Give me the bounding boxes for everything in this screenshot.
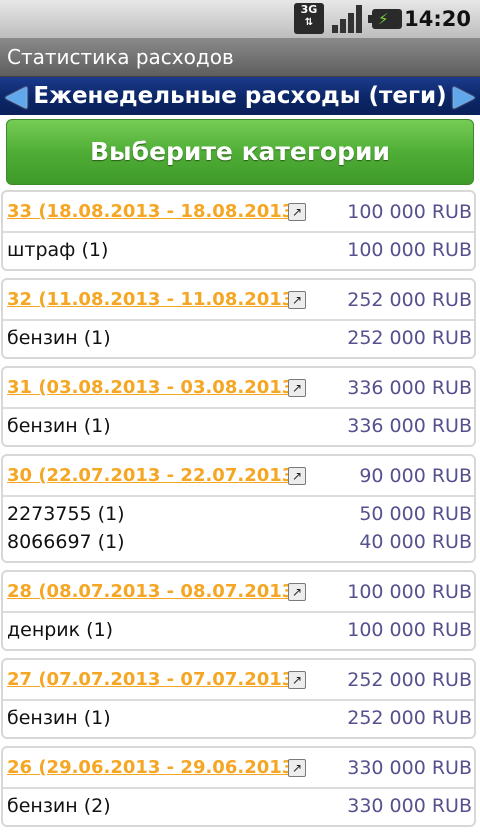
- tag-amount: 252 000 RUB: [347, 327, 472, 349]
- week-total: 252 000 RUB: [347, 289, 472, 311]
- week-card: 27 (07.07.2013 - 07.07.2013) ↗ 252 000 RUB…: [1, 658, 476, 739]
- week-card-header: 26 (29.06.2013 - 29.06.2013) ↗ 330 000 RUB: [3, 748, 474, 789]
- week-tag-list: бензин (1) 252 000 RUB: [3, 321, 474, 357]
- tag-label: денрик (1): [7, 619, 114, 641]
- week-card: 31 (03.08.2013 - 03.08.2013) ↗ 336 000 RUB…: [1, 366, 476, 447]
- week-link[interactable]: 32 (11.08.2013 - 11.08.2013): [7, 280, 303, 320]
- tag-amount: 50 000 RUB: [359, 503, 472, 525]
- tag-row: бензин (1) 252 000 RUB: [3, 324, 474, 352]
- week-card-header: 27 (07.07.2013 - 07.07.2013) ↗ 252 000 RUB: [3, 660, 474, 701]
- week-total: 100 000 RUB: [347, 581, 472, 603]
- battery-charging-icon: ⚡: [368, 9, 402, 29]
- open-week-icon[interactable]: ↗: [288, 671, 306, 689]
- week-total: 336 000 RUB: [347, 377, 472, 399]
- status-bar: 3G ⇅ ⚡ 14:20: [0, 0, 480, 39]
- period-nav-bar: ◀ Еженедельные расходы (теги) ▶: [0, 77, 480, 115]
- week-tag-list: 2273755 (1) 50 000 RUB 8066697 (1) 40 000 R…: [3, 497, 474, 561]
- tag-label: бензин (1): [7, 707, 111, 729]
- open-week-icon[interactable]: ↗: [288, 583, 306, 601]
- status-time: 14:20: [404, 7, 471, 31]
- week-card: 28 (08.07.2013 - 08.07.2013) ↗ 100 000 RUB…: [1, 570, 476, 651]
- network-type-label: 3G: [300, 3, 318, 16]
- tag-amount: 252 000 RUB: [347, 707, 472, 729]
- period-title: Еженедельные расходы (теги): [33, 83, 447, 109]
- week-card-header: 31 (03.08.2013 - 03.08.2013) ↗ 336 000 RUB: [3, 368, 474, 409]
- week-card: 26 (29.06.2013 - 29.06.2013) ↗ 330 000 RUB…: [1, 746, 476, 827]
- tag-label: бензин (1): [7, 415, 111, 437]
- tag-row: 2273755 (1) 50 000 RUB: [3, 500, 474, 528]
- week-total: 90 000 RUB: [359, 465, 472, 487]
- week-tag-list: бензин (1) 336 000 RUB: [3, 409, 474, 445]
- arrow-right-icon[interactable]: ▶: [448, 82, 480, 110]
- tag-amount: 40 000 RUB: [359, 531, 472, 553]
- tag-row: штраф (1) 100 000 RUB: [3, 236, 474, 264]
- tag-amount: 336 000 RUB: [347, 415, 472, 437]
- week-link[interactable]: 28 (08.07.2013 - 08.07.2013): [7, 572, 303, 612]
- tag-label: бензин (2): [7, 795, 111, 817]
- week-total: 330 000 RUB: [347, 757, 472, 779]
- open-week-icon[interactable]: ↗: [288, 467, 306, 485]
- signal-strength-icon: [332, 5, 364, 33]
- week-link[interactable]: 30 (22.07.2013 - 22.07.2013): [7, 456, 303, 496]
- tag-amount: 100 000 RUB: [347, 619, 472, 641]
- week-card: 30 (22.07.2013 - 22.07.2013) ↗ 90 000 RUB 2…: [1, 454, 476, 563]
- week-card-header: 28 (08.07.2013 - 08.07.2013) ↗ 100 000 RUB: [3, 572, 474, 613]
- week-tag-list: штраф (1) 100 000 RUB: [3, 233, 474, 269]
- week-tag-list: денрик (1) 100 000 RUB: [3, 613, 474, 649]
- 3g-data-icon: 3G ⇅: [294, 3, 324, 34]
- open-week-icon[interactable]: ↗: [288, 759, 306, 777]
- week-card: 32 (11.08.2013 - 11.08.2013) ↗ 252 000 RUB…: [1, 278, 476, 359]
- week-total: 252 000 RUB: [347, 669, 472, 691]
- week-link[interactable]: 27 (07.07.2013 - 07.07.2013): [7, 660, 303, 700]
- week-card: 33 (18.08.2013 - 18.08.2013) ↗ 100 000 RUB…: [1, 190, 476, 271]
- tag-label: 8066697 (1): [7, 531, 125, 553]
- week-card-header: 33 (18.08.2013 - 18.08.2013) ↗ 100 000 RUB: [3, 192, 474, 233]
- week-card-header: 32 (11.08.2013 - 11.08.2013) ↗ 252 000 RUB: [3, 280, 474, 321]
- week-total: 100 000 RUB: [347, 201, 472, 223]
- week-link[interactable]: 26 (29.06.2013 - 29.06.2013): [7, 748, 303, 788]
- week-tag-list: бензин (2) 330 000 RUB: [3, 789, 474, 825]
- tag-row: бензин (1) 252 000 RUB: [3, 704, 474, 732]
- select-categories-button[interactable]: Выберите категории: [6, 119, 474, 185]
- week-link[interactable]: 31 (03.08.2013 - 03.08.2013): [7, 368, 303, 408]
- tag-amount: 330 000 RUB: [347, 795, 472, 817]
- app-title-bar: Статистика расходов: [0, 38, 480, 77]
- week-tag-list: бензин (1) 252 000 RUB: [3, 701, 474, 737]
- open-week-icon[interactable]: ↗: [288, 291, 306, 309]
- week-link[interactable]: 33 (18.08.2013 - 18.08.2013): [7, 192, 303, 232]
- tag-row: 8066697 (1) 40 000 RUB: [3, 528, 474, 556]
- open-week-icon[interactable]: ↗: [288, 379, 306, 397]
- tag-amount: 100 000 RUB: [347, 239, 472, 261]
- week-card-header: 30 (22.07.2013 - 22.07.2013) ↗ 90 000 RUB: [3, 456, 474, 497]
- open-week-icon[interactable]: ↗: [288, 203, 306, 221]
- tag-row: бензин (1) 336 000 RUB: [3, 412, 474, 440]
- tag-label: штраф (1): [7, 239, 109, 261]
- tag-row: бензин (2) 330 000 RUB: [3, 792, 474, 820]
- week-list: 33 (18.08.2013 - 18.08.2013) ↗ 100 000 RUB…: [0, 190, 480, 834]
- tag-label: бензин (1): [7, 327, 111, 349]
- tag-label: 2273755 (1): [7, 503, 125, 525]
- tag-row: денрик (1) 100 000 RUB: [3, 616, 474, 644]
- app-title: Статистика расходов: [7, 45, 234, 69]
